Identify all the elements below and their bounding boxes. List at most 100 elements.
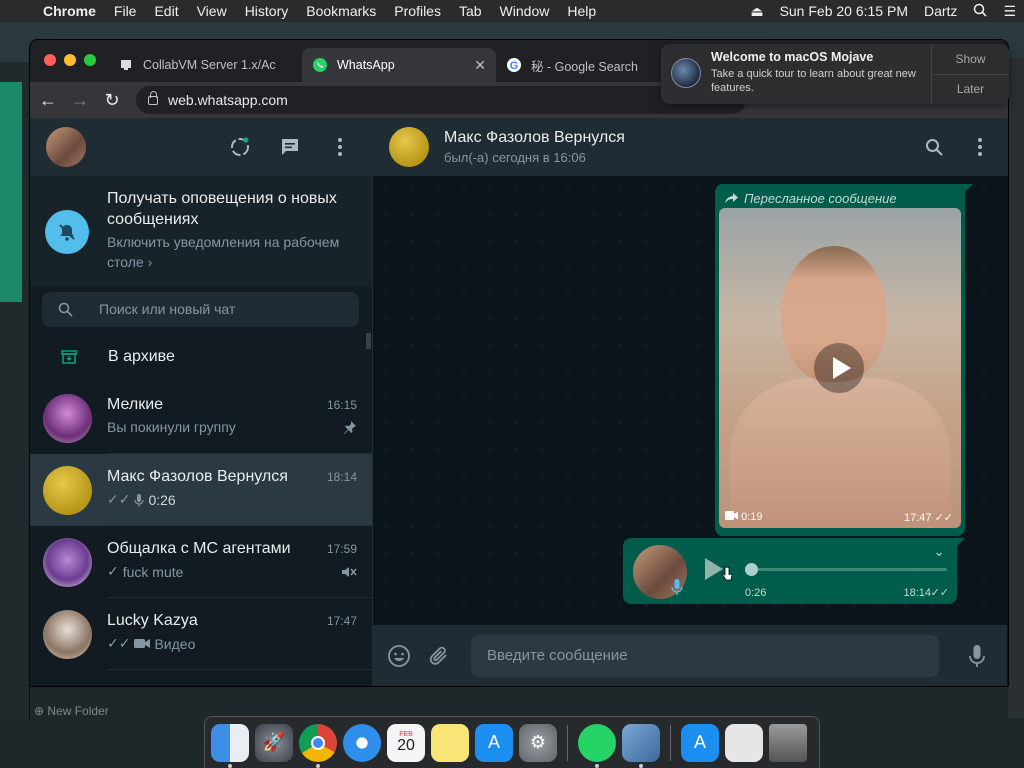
macos-menu-bar: Chrome File Edit View History Bookmarks …	[0, 0, 1024, 22]
close-window-button[interactable]	[44, 54, 56, 66]
spotlight-icon[interactable]	[965, 3, 995, 20]
zoom-window-button[interactable]	[84, 54, 96, 66]
search-row	[30, 286, 372, 332]
voice-progress-handle[interactable]	[745, 563, 758, 576]
check-icon: ✓	[107, 563, 119, 579]
search-input[interactable]	[99, 301, 339, 317]
notification-show-button[interactable]: Show	[932, 44, 1009, 74]
back-button[interactable]: ←	[34, 86, 62, 114]
menu-user[interactable]: Dartz	[916, 3, 965, 19]
app-store-icon[interactable]: A	[475, 723, 513, 762]
video-icon	[725, 511, 738, 520]
voice-progress-track[interactable]	[751, 568, 947, 571]
emoji-icon[interactable]	[387, 644, 411, 668]
dock-separator	[567, 724, 568, 761]
menu-icon[interactable]	[328, 135, 352, 159]
preview-icon[interactable]	[622, 723, 660, 768]
chat-list-item[interactable]: Общалка с МС агентами 17:59 ✓ fuck mute	[30, 526, 372, 598]
chat-list-item[interactable]: Lucky Kazya 17:47 ✓✓ Видео	[30, 598, 372, 670]
new-folder-text: New Folder	[47, 704, 109, 718]
pin-icon	[344, 421, 356, 434]
hand-cursor-icon	[722, 566, 732, 581]
menu-window[interactable]: Window	[491, 3, 559, 19]
menu-file[interactable]: File	[105, 3, 146, 19]
voice-message[interactable]: 0:26 18:14 ✓✓ ⌄	[623, 538, 965, 604]
menu-profiles[interactable]: Profiles	[385, 3, 450, 19]
double-check-icon: ✓✓	[107, 635, 131, 651]
video-icon	[134, 639, 151, 648]
calendar-icon[interactable]: FEB 20	[387, 723, 425, 762]
notification-title: Welcome to macOS Mojave	[711, 50, 874, 64]
contact-avatar[interactable]	[389, 127, 429, 167]
menu-edit[interactable]: Edit	[145, 3, 187, 19]
app-store-download-icon[interactable]: A	[681, 723, 719, 762]
mic-icon[interactable]	[965, 644, 989, 668]
whatsapp-dock-icon[interactable]	[578, 723, 616, 768]
chat-list-item-selected[interactable]: Макс Фазолов Вернулся 18:14 ✓✓ 0:26	[30, 454, 372, 526]
video-message[interactable]: Пересланное сообщение 0:19 17:47 ✓✓	[715, 184, 973, 536]
menu-chrome[interactable]: Chrome	[34, 3, 105, 19]
minimize-window-button[interactable]	[64, 54, 76, 66]
system-preferences-icon[interactable]: ⚙	[519, 723, 557, 762]
contact-status: был(-а) сегодня в 16:06	[444, 150, 586, 165]
message-area[interactable]: Пересланное сообщение 0:19 17:47 ✓✓ 0:26…	[373, 176, 1007, 625]
message-input[interactable]	[471, 634, 939, 677]
voice-time: 18:14	[903, 587, 931, 599]
conversation-header[interactable]: Макс Фазолов Вернулся был(-а) сегодня в …	[373, 118, 1008, 176]
background-window-right	[1008, 58, 1024, 718]
new-chat-icon[interactable]	[278, 135, 302, 159]
tab-title: 秘 - Google Search	[531, 59, 638, 74]
new-folder-label[interactable]: ⊕ New Folder	[34, 704, 109, 718]
menu-history[interactable]: History	[236, 3, 298, 19]
forward-button[interactable]: →	[66, 86, 94, 114]
chat-name: Макс Фазолов Вернулся	[107, 468, 288, 485]
macos-dock: 🚀 FEB 20 A ⚙ A	[204, 716, 820, 768]
double-check-icon: ✓✓	[930, 587, 949, 599]
chat-list-item[interactable]: Мелкие 16:15 Вы покинули группу	[30, 382, 372, 454]
notify-link[interactable]: Включить уведомления на рабочем столе ›	[107, 232, 360, 272]
mic-icon	[671, 579, 683, 595]
menu-clock[interactable]: Sun Feb 20 6:15 PM	[772, 3, 916, 19]
chat-avatar	[43, 465, 92, 515]
video-thumbnail[interactable]: 0:19 17:47 ✓✓	[719, 208, 961, 528]
menu-icon[interactable]	[968, 135, 992, 159]
my-avatar[interactable]	[46, 127, 86, 167]
eject-icon[interactable]: ⏏	[742, 3, 771, 20]
tab-collabvm[interactable]: CollabVM Server 1.x/Ac	[108, 48, 302, 82]
safari-icon[interactable]	[343, 723, 381, 762]
trash-icon[interactable]	[769, 723, 807, 762]
chevron-down-icon[interactable]: ⌄	[933, 543, 945, 560]
address-bar[interactable]: web.whatsapp.com	[136, 86, 746, 114]
menu-bookmarks[interactable]: Bookmarks	[297, 3, 385, 19]
play-voice-button[interactable]	[705, 558, 723, 580]
notification-later-button[interactable]: Later	[932, 73, 1009, 105]
chat-avatar	[43, 609, 92, 659]
archived-chats[interactable]: В архиве	[30, 332, 372, 382]
chrome-icon[interactable]	[299, 723, 337, 768]
reload-button[interactable]: ↻	[98, 86, 126, 114]
chat-preview: Вы покинули группу	[107, 419, 236, 435]
play-video-button[interactable]	[814, 343, 864, 393]
menu-help[interactable]: Help	[558, 3, 605, 19]
status-icon[interactable]	[228, 135, 252, 159]
tab-whatsapp[interactable]: WhatsApp ✕	[302, 48, 496, 82]
attach-icon[interactable]	[427, 644, 451, 668]
notes-icon[interactable]	[431, 723, 469, 762]
notification-banner[interactable]: Получать оповещения о новых сообщениях В…	[30, 176, 372, 286]
finder-icon[interactable]	[211, 723, 249, 768]
macos-notification[interactable]: Welcome to macOS Mojave Take a quick tou…	[661, 44, 1009, 104]
close-tab-icon[interactable]: ✕	[474, 57, 486, 74]
sidebar-scrollbar[interactable]	[366, 333, 371, 349]
search-icon	[58, 302, 73, 317]
forwarded-label: Пересланное сообщение	[744, 190, 897, 206]
double-check-icon: ✓✓	[107, 491, 131, 507]
double-check-icon: ✓✓	[934, 512, 953, 524]
search-icon[interactable]	[922, 135, 946, 159]
launchpad-icon[interactable]: 🚀	[255, 723, 293, 762]
archive-label: В архиве	[108, 348, 175, 365]
menu-view[interactable]: View	[188, 3, 236, 19]
menu-tab[interactable]: Tab	[450, 3, 491, 19]
control-center-icon[interactable]: ☰	[995, 3, 1024, 20]
documents-folder-icon[interactable]	[725, 723, 763, 762]
lock-icon	[148, 90, 158, 105]
